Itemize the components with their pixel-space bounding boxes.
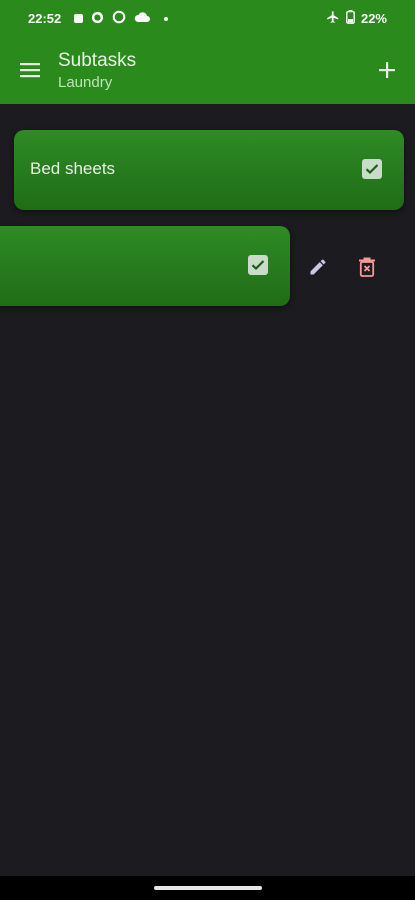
battery-icon [346,10,355,27]
home-indicator[interactable] [154,886,262,890]
square-icon [74,14,83,23]
battery-percent: 22% [360,11,387,26]
app-bar: Subtasks Laundry [0,40,415,104]
trash-icon [359,257,375,277]
pencil-icon [310,259,326,275]
add-subtask-button[interactable] [373,56,401,84]
status-bar: 22:52 22% [0,0,415,40]
check-icon [365,164,379,175]
check-icon [251,260,265,271]
dot-icon [164,16,168,21]
edit-subtask-button[interactable] [306,255,330,279]
subtask-card[interactable]: Bed sheets [14,130,404,210]
subtask-label: Bed sheets [30,159,116,178]
subtask-card-swiped[interactable]: es [0,226,290,306]
page-subtitle: Laundry [58,74,113,91]
airplane-icon [326,10,340,27]
menu-button[interactable] [16,56,44,84]
cloud-icon [134,11,150,26]
subtask-checkbox[interactable] [362,159,382,179]
subtask-list: Bed sheets es [0,104,415,876]
title-wrap: Subtasks Laundry [58,50,136,91]
navigation-bar [0,876,415,900]
target-icon [91,11,104,27]
status-time: 22:52 [28,11,62,26]
status-icons-right: 22% [326,10,387,27]
status-icons-left [74,10,168,27]
menu-icon [20,63,40,78]
page-title: Subtasks [58,50,137,71]
app-screen: 22:52 22% Subtasks Laundry Bed sheets [0,0,415,900]
top-bar: 22:52 22% Subtasks Laundry [0,0,415,104]
delete-subtask-button[interactable] [355,255,379,279]
circle-icon [112,10,126,27]
add-icon [379,62,395,78]
subtask-checkbox[interactable] [248,255,268,275]
